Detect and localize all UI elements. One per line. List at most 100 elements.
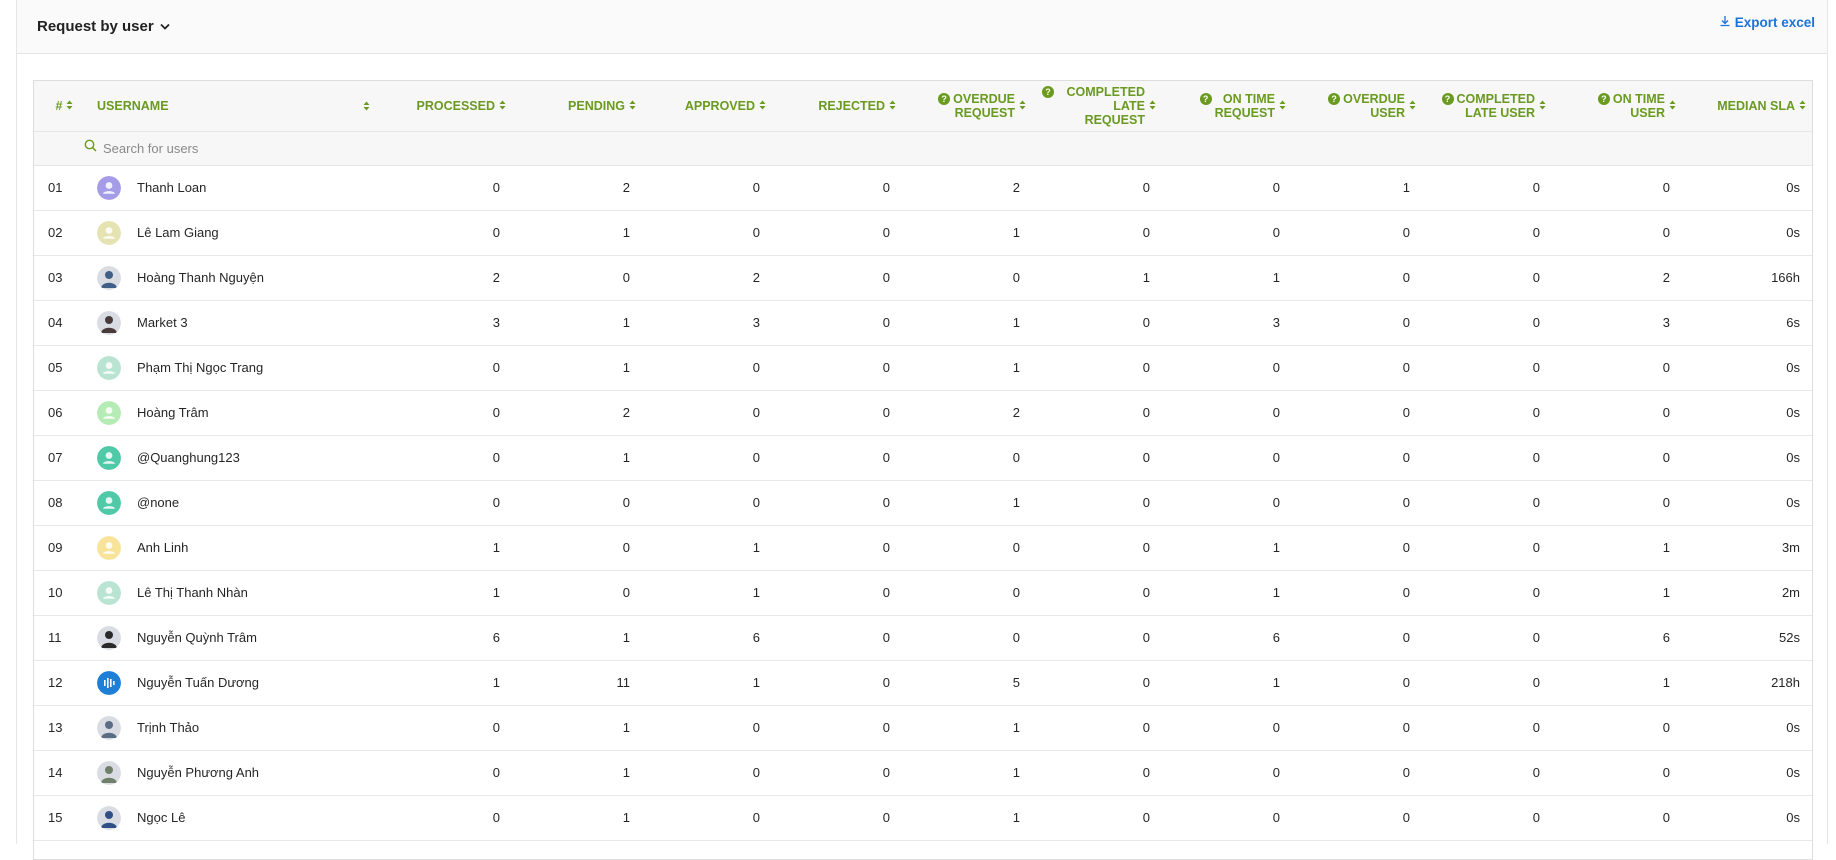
table-row[interactable]: 09 Anh Linh 1 0 1 0 0 0 1 0 0 1 3m [34,525,1812,571]
metric-cell: 0 [1424,435,1554,481]
metric-cell: 0 [384,705,514,751]
username: Phạm Thị Ngọc Trang [137,360,264,375]
metric-cell: 1 [384,525,514,571]
export-excel-button[interactable]: Export excel [1719,15,1815,30]
metric-cell: 6 [1164,615,1294,661]
table-row[interactable]: 14 Nguyễn Phương Anh 0 1 0 0 1 0 0 0 0 0 0s [34,750,1812,796]
table-row[interactable]: 07 @Quanghung123 0 1 0 0 0 0 0 0 0 0 0s [34,435,1812,481]
table-row[interactable]: 03 Hoàng Thanh Nguyện 2 0 2 0 0 1 1 0 0 2 166h [34,255,1812,301]
table-row[interactable]: 13 Trịnh Thảo 0 1 0 0 1 0 0 0 0 0 0s [34,705,1812,751]
table-row[interactable]: 01 Thanh Loan 0 2 0 0 2 0 0 1 0 0 0s [34,165,1812,211]
metric-cell: 1 [904,345,1034,391]
table-row[interactable]: 06 Hoàng Trâm 0 2 0 0 2 0 0 0 0 0 0s [34,390,1812,436]
sort-icon [1539,99,1546,113]
sort-icon [1149,99,1156,113]
sort-toggle[interactable]: ? OVERDUE USER [1328,92,1416,120]
column-header[interactable]: ? COMPLETED LATE REQUEST [1034,81,1164,132]
metric-cell: 0 [384,435,514,481]
column-header[interactable]: REJECTED [774,81,904,132]
metric-cell: 1 [514,435,644,481]
column-header[interactable]: PENDING [514,81,644,132]
metric-cell: 0 [904,525,1034,571]
metric-cell: 1 [1034,255,1164,301]
sort-toggle[interactable]: ? OVERDUE REQUEST [938,92,1026,120]
table-row[interactable]: 02 Lê Lam Giang 0 1 0 0 1 0 0 0 0 0 0s [34,210,1812,256]
download-icon [1719,15,1731,30]
avatar [97,490,121,515]
avatar [97,400,121,425]
table-row[interactable]: 12 Nguyễn Tuấn Dương 1 11 1 0 5 0 1 0 0 1 218h [34,660,1812,706]
column-header[interactable]: MEDIAN SLA [1684,81,1812,132]
table-row[interactable]: 04 Market 3 3 1 3 0 1 0 3 0 0 3 6s [34,300,1812,346]
chevron-down-icon [160,23,170,30]
metric-cell: 1 [1164,660,1294,706]
metric-cell: 2 [514,165,644,211]
column-label: ? ON TIME REQUEST [1199,92,1275,120]
help-icon[interactable]: ? [938,93,951,106]
sort-toggle[interactable]: ? ON TIME REQUEST [1199,92,1286,120]
metric-cell: 0 [1034,300,1164,346]
avatar [97,535,121,560]
table-row[interactable]: 05 Phạm Thị Ngọc Trang 0 1 0 0 1 0 0 0 0 0 0s [34,345,1812,391]
column-header[interactable]: USERNAME [89,81,384,132]
metric-cell: 0 [1164,795,1294,841]
metric-cell: 0 [1034,750,1164,796]
sort-icon [889,99,896,113]
sort-toggle[interactable]: ? COMPLETED LATE USER [1441,92,1546,120]
report-type-dropdown[interactable]: Request by user [37,18,170,35]
row-index: 03 [34,255,89,301]
sort-toggle[interactable]: PENDING [568,99,636,113]
metric-cell: 0 [1034,435,1164,481]
metric-cell: 0 [644,480,774,526]
help-icon[interactable]: ? [1441,93,1454,106]
metric-cell: 0 [1164,435,1294,481]
username: Thanh Loan [137,180,207,195]
sort-icon [1669,99,1676,113]
metric-cell: 0 [774,255,904,301]
help-icon[interactable]: ? [1199,93,1212,106]
help-icon[interactable]: ? [1042,86,1054,99]
metric-cell: 0 [1294,300,1424,346]
search-input[interactable] [103,140,403,156]
column-label: MEDIAN SLA [1717,98,1795,113]
table-row[interactable]: 10 Lê Thị Thanh Nhàn 1 0 1 0 0 0 1 0 0 1 2m [34,570,1812,616]
sort-toggle[interactable]: PROCESSED [417,99,507,113]
table-row[interactable]: 11 Nguyễn Quỳnh Trâm 6 1 6 0 0 0 6 0 0 6 52s [34,615,1812,661]
metric-cell: 0 [384,750,514,796]
row-index: 11 [34,615,89,661]
column-header[interactable]: ? ON TIME USER [1554,81,1684,132]
column-header[interactable]: # [34,81,89,132]
sort-toggle[interactable]: APPROVED [685,99,766,113]
user-cell: Hoàng Trâm [89,390,384,436]
table-body: 01 Thanh Loan 0 2 0 0 2 0 0 1 0 0 0s 02 Lê Lam Giang 0 1… [34,165,1812,841]
column-header[interactable]: ? COMPLETED LATE USER [1424,81,1554,132]
metric-cell: 0 [1424,255,1554,301]
metric-cell: 0 [1034,390,1164,436]
metric-cell: 1 [1164,525,1294,571]
help-icon[interactable]: ? [1328,93,1341,106]
metric-cell: 0 [1294,435,1424,481]
avatar [97,760,121,785]
metric-cell: 0 [384,165,514,211]
metric-cell: 2 [1554,255,1684,301]
column-header[interactable]: PROCESSED [384,81,514,132]
column-header[interactable]: ? ON TIME REQUEST [1164,81,1294,132]
sort-toggle[interactable]: ? COMPLETED LATE REQUEST [1042,85,1156,127]
column-header[interactable]: ? OVERDUE REQUEST [904,81,1034,132]
column-header[interactable]: APPROVED [644,81,774,132]
sort-toggle[interactable]: USERNAME [97,99,169,113]
metric-cell: 0 [1294,525,1424,571]
column-label: ? ON TIME USER [1597,92,1665,120]
sort-toggle[interactable]: REJECTED [818,99,896,113]
metric-cell: 0 [1554,750,1684,796]
table-row[interactable]: 15 Ngọc Lê 0 1 0 0 1 0 0 0 0 0 0s [34,795,1812,841]
sort-toggle[interactable]: # [56,99,74,113]
metric-cell: 1 [384,660,514,706]
sort-toggle[interactable]: ? ON TIME USER [1597,92,1676,120]
sort-toggle[interactable]: MEDIAN SLA [1717,99,1806,113]
avatar [97,355,121,380]
help-icon[interactable]: ? [1597,93,1610,106]
column-header[interactable]: ? OVERDUE USER [1294,81,1424,132]
table-row[interactable]: 08 @none 0 0 0 0 1 0 0 0 0 0 0s [34,480,1812,526]
metric-cell: 3 [1554,300,1684,346]
